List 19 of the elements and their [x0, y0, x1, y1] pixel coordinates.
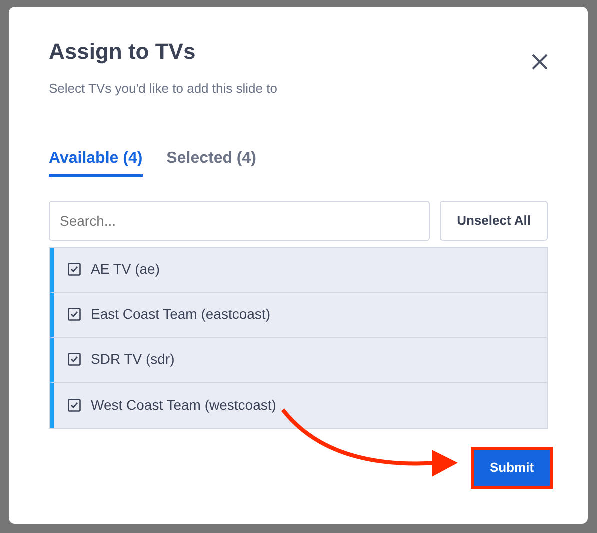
tv-list-item[interactable]: AE TV (ae): [50, 248, 547, 292]
checkbox-icon[interactable]: [68, 398, 81, 412]
search-field[interactable]: Search...: [49, 200, 430, 240]
checkbox-icon[interactable]: [68, 263, 81, 276]
tv-label: West Coast Team (westcoast): [91, 396, 276, 415]
tv-label: East Coast Team (eastcoast): [91, 305, 270, 324]
checkbox-icon[interactable]: [68, 308, 81, 321]
tv-label: SDR TV (sdr): [91, 350, 175, 369]
tv-label: AE TV (ae): [91, 260, 160, 279]
tab[interactable]: Selected (4): [166, 146, 256, 176]
submit-button[interactable]: Submit: [474, 450, 550, 486]
checkbox-icon[interactable]: [68, 353, 81, 366]
tv-list-item[interactable]: SDR TV (sdr): [50, 338, 547, 382]
tv-list-item[interactable]: West Coast Team (westcoast): [50, 382, 547, 428]
tv-list-item[interactable]: East Coast Team (eastcoast): [50, 292, 547, 338]
tab[interactable]: Available (4): [49, 146, 143, 176]
unselect-all-button[interactable]: Unselect All: [440, 200, 548, 240]
dialog-subtitle: Select TVs you'd like to add this slide to: [49, 80, 278, 98]
dialog-title: Assign to TVs: [49, 39, 196, 66]
